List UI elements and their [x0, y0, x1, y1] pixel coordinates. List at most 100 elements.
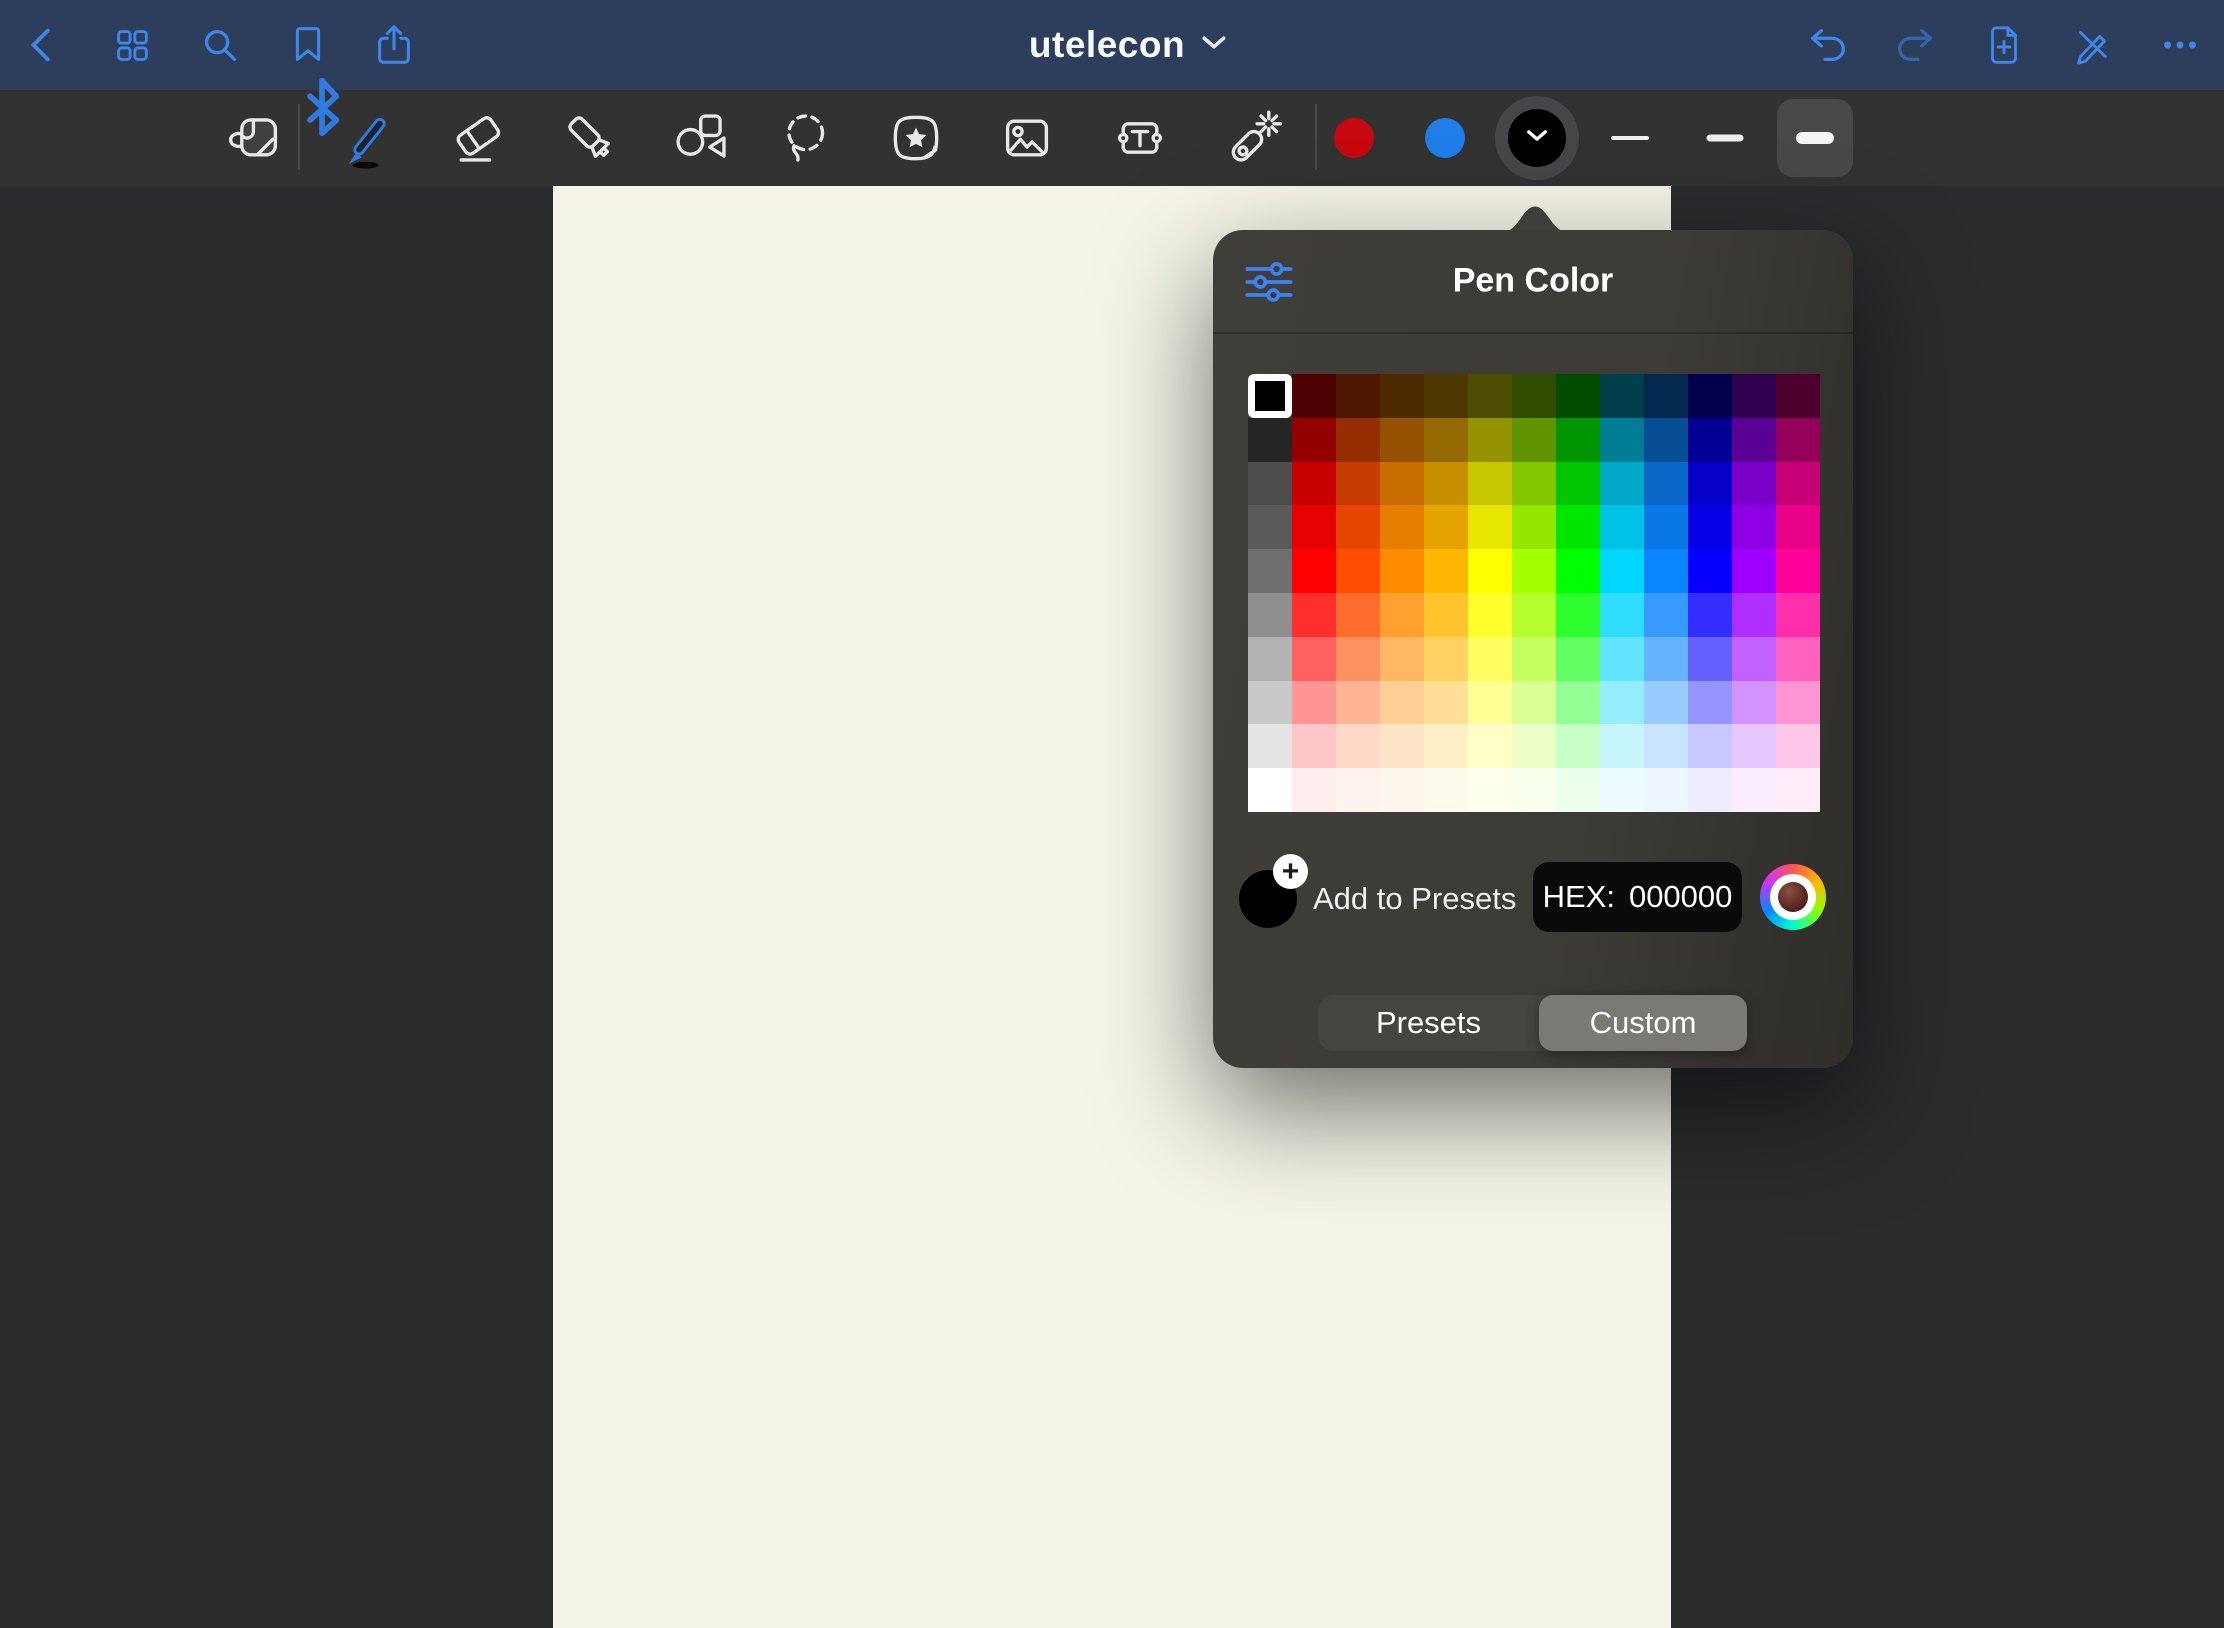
readonly-mode-button[interactable]: [2064, 17, 2120, 73]
color-cell[interactable]: [1292, 462, 1336, 506]
color-cell[interactable]: [1512, 505, 1556, 549]
color-cell[interactable]: [1556, 549, 1600, 593]
color-cell[interactable]: [1292, 724, 1336, 768]
color-cell[interactable]: [1732, 462, 1776, 506]
back-button[interactable]: [15, 17, 71, 73]
color-cell[interactable]: [1644, 374, 1688, 418]
color-cell[interactable]: [1512, 681, 1556, 725]
color-cell[interactable]: [1556, 593, 1600, 637]
color-cell[interactable]: [1732, 593, 1776, 637]
color-cell[interactable]: [1644, 418, 1688, 462]
color-cell[interactable]: [1776, 462, 1820, 506]
color-cell[interactable]: [1468, 593, 1512, 637]
color-cell[interactable]: [1424, 768, 1468, 812]
more-button[interactable]: [2152, 17, 2208, 73]
color-cell[interactable]: [1556, 505, 1600, 549]
color-cell[interactable]: [1556, 374, 1600, 418]
color-cell[interactable]: [1424, 593, 1468, 637]
color-cell[interactable]: [1512, 418, 1556, 462]
color-cell[interactable]: [1248, 681, 1292, 725]
color-cell[interactable]: [1512, 593, 1556, 637]
color-cell[interactable]: [1336, 462, 1380, 506]
color-cell[interactable]: [1732, 724, 1776, 768]
color-cell[interactable]: [1336, 637, 1380, 681]
color-cell[interactable]: [1556, 681, 1600, 725]
color-cell[interactable]: [1468, 724, 1512, 768]
color-cell[interactable]: [1248, 462, 1292, 506]
color-cell[interactable]: [1468, 462, 1512, 506]
color-cell[interactable]: [1776, 768, 1820, 812]
color-cell[interactable]: [1248, 549, 1292, 593]
pan-tool-button[interactable]: [220, 102, 292, 174]
color-cell[interactable]: [1248, 374, 1292, 418]
color-cell[interactable]: [1512, 374, 1556, 418]
undo-button[interactable]: [1800, 17, 1856, 73]
color-cell[interactable]: [1512, 462, 1556, 506]
tab-presets[interactable]: Presets: [1318, 995, 1539, 1051]
color-cell[interactable]: [1424, 681, 1468, 725]
color-cell[interactable]: [1688, 681, 1732, 725]
sticker-tool-button[interactable]: [880, 102, 952, 174]
color-cell[interactable]: [1424, 549, 1468, 593]
color-cell[interactable]: [1600, 462, 1644, 506]
color-cell[interactable]: [1512, 724, 1556, 768]
color-cell[interactable]: [1556, 462, 1600, 506]
color-cell[interactable]: [1556, 637, 1600, 681]
color-cell[interactable]: [1688, 549, 1732, 593]
tab-custom-selected[interactable]: Custom: [1539, 995, 1747, 1051]
color-cell[interactable]: [1644, 549, 1688, 593]
color-cell[interactable]: [1468, 681, 1512, 725]
color-cell[interactable]: [1556, 418, 1600, 462]
color-cell[interactable]: [1380, 418, 1424, 462]
color-cell[interactable]: [1380, 549, 1424, 593]
add-to-presets-label[interactable]: Add to Presets: [1313, 881, 1516, 917]
color-cell[interactable]: [1248, 505, 1292, 549]
color-cell[interactable]: [1688, 768, 1732, 812]
color-cell[interactable]: [1556, 724, 1600, 768]
laser-pointer-button[interactable]: [1216, 102, 1288, 174]
color-cell[interactable]: [1512, 768, 1556, 812]
color-cell[interactable]: [1468, 549, 1512, 593]
color-cell[interactable]: [1292, 637, 1336, 681]
color-cell[interactable]: [1644, 505, 1688, 549]
color-cell[interactable]: [1688, 505, 1732, 549]
text-tool-button[interactable]: [1104, 102, 1176, 174]
stroke-width-medium-button[interactable]: [1707, 135, 1744, 142]
color-cell[interactable]: [1600, 549, 1644, 593]
color-cell[interactable]: [1732, 549, 1776, 593]
color-cell[interactable]: [1732, 637, 1776, 681]
color-cell[interactable]: [1336, 418, 1380, 462]
color-cell[interactable]: [1248, 418, 1292, 462]
add-preset-plus-badge[interactable]: +: [1273, 854, 1308, 889]
color-cell[interactable]: [1292, 549, 1336, 593]
color-cell[interactable]: [1292, 768, 1336, 812]
redo-button[interactable]: [1887, 17, 1943, 73]
color-cell[interactable]: [1424, 505, 1468, 549]
color-cell[interactable]: [1292, 374, 1336, 418]
color-swatch-blue[interactable]: [1425, 118, 1465, 158]
color-cell[interactable]: [1644, 724, 1688, 768]
color-cell[interactable]: [1644, 681, 1688, 725]
color-cell[interactable]: [1424, 374, 1468, 418]
hex-input[interactable]: HEX: 000000: [1533, 862, 1742, 932]
color-cell[interactable]: [1644, 768, 1688, 812]
add-page-button[interactable]: [1976, 17, 2032, 73]
color-cell[interactable]: [1776, 681, 1820, 725]
color-cell[interactable]: [1248, 637, 1292, 681]
color-cell[interactable]: [1336, 593, 1380, 637]
color-cell[interactable]: [1512, 637, 1556, 681]
color-cell[interactable]: [1248, 724, 1292, 768]
color-cell[interactable]: [1688, 637, 1732, 681]
color-swatch-black-selected[interactable]: [1495, 96, 1579, 180]
color-cell[interactable]: [1600, 724, 1644, 768]
color-cell[interactable]: [1336, 374, 1380, 418]
color-cell[interactable]: [1776, 374, 1820, 418]
color-cell[interactable]: [1468, 637, 1512, 681]
color-cell[interactable]: [1468, 374, 1512, 418]
color-cell[interactable]: [1600, 505, 1644, 549]
color-cell[interactable]: [1424, 462, 1468, 506]
color-cell[interactable]: [1688, 418, 1732, 462]
color-cell[interactable]: [1776, 637, 1820, 681]
color-cell[interactable]: [1292, 505, 1336, 549]
image-tool-button[interactable]: [991, 102, 1063, 174]
